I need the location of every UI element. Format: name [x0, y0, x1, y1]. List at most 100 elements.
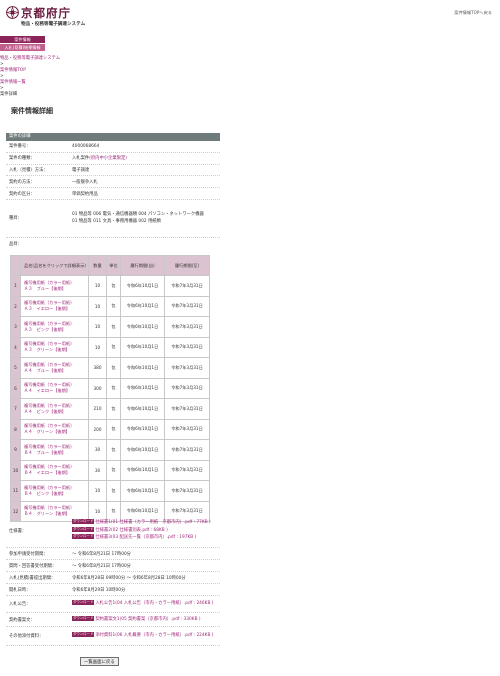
- header-unit: 単位: [106, 255, 121, 276]
- menu-item-bid-results[interactable]: 入札(見積)結果情報: [0, 44, 45, 52]
- breadcrumb: 物品・役務等電子調達システム > 案件情報TOP > 案件情報一覧 > 案件詳細: [0, 56, 60, 98]
- menu-item-case-info[interactable]: 案件情報: [0, 36, 45, 44]
- contract-doc-file-item[interactable]: ダウンロード 契約書案文1(05 契約書案（京都市内）.pdf : 330KB ): [72, 615, 220, 624]
- contract-method-label: 契約の方法：: [9, 179, 35, 185]
- row-number: 6: [10, 377, 21, 399]
- item-name-line[interactable]: Ａ３ ピンク【後期】: [24, 327, 88, 333]
- item-qty: 10: [88, 316, 107, 338]
- back-to-list-button[interactable]: 一覧画面に戻る: [80, 657, 119, 666]
- specs-row: 仕様書： ダウンロード 仕様書1(01 仕様書（カラー用紙 京都市内）.pdf :…: [6, 514, 220, 548]
- spec-file-item[interactable]: ダウンロード 仕様書1(01 仕様書（カラー用紙 京都市内）.pdf : 77KB…: [72, 519, 220, 527]
- other-file-link[interactable]: 添付資料1(06 入札概要（市内・カラー用紙）.pdf : 224KB ): [95, 633, 213, 638]
- notice-row: 入札公告： ダウンロード 入札公告1(04 入札公告（市内・カラー用紙）.pdf …: [6, 596, 220, 613]
- category-row: 種目： 01 物品等 006 電気・通信機器類 004 パソコン・ネットワーク機…: [6, 200, 220, 238]
- item-unit: 包: [106, 398, 121, 420]
- notice-file-item[interactable]: ダウンロード 入札公告1(04 入札公告（市内・カラー用紙）.pdf : 246K…: [72, 600, 220, 608]
- item-unit: 包: [106, 357, 121, 379]
- items-label: 品目：: [9, 241, 22, 247]
- table-row: 8 複写機用紙（カラー用紙） Ａ４ グリーン【後期】 200 包令和6年10月1日 令和7…: [10, 418, 210, 440]
- item-name-line[interactable]: Ａ３ ブルー【後期】: [24, 286, 88, 292]
- item-period-from: 令和6年10月1日: [120, 480, 165, 502]
- item-qty: 300: [88, 377, 107, 399]
- spec-file-link[interactable]: 仕様書3(03 配送先一覧（京都市内）.pdf : 197KB ): [95, 535, 196, 540]
- contract-doc-file-link[interactable]: 契約書案文1(05 契約書案（京都市内）.pdf : 330KB ): [95, 617, 200, 622]
- bid-method-value: 電子調達: [72, 167, 90, 173]
- item-period-from: 令和6年10月1日: [120, 275, 165, 297]
- item-period-from: 令和6年10月1日: [120, 316, 165, 338]
- opening-label: 開札日時：: [9, 587, 31, 593]
- table-row: 5 複写機用紙（カラー用紙） Ａ４ ブルー【後期】 380 包令和6年10月1日 令和7年…: [10, 357, 210, 379]
- bid-period-label: 入札(見積)書提出期間：: [9, 575, 56, 581]
- breadcrumb-item-current: 案件詳細: [0, 92, 18, 97]
- item-period-from: 令和6年10月1日: [120, 439, 165, 461]
- item-unit: 包: [106, 377, 121, 399]
- item-name-line[interactable]: Ｂ４ イエロー【後期】: [24, 470, 88, 476]
- spec-file-link[interactable]: 仕様書2(02 仕様書別表.pdf : 68KB ): [95, 528, 167, 533]
- item-qty: 10: [88, 295, 107, 317]
- section-header: 案件の詳細: [6, 133, 220, 141]
- item-qty: 200: [88, 418, 107, 440]
- item-name-line[interactable]: Ｂ４ ブルー【後期】: [24, 450, 88, 456]
- item-period-to: 令和7年3月31日: [164, 418, 210, 440]
- row-number: 1: [10, 275, 21, 297]
- contract-category-label: 契約の区分：: [9, 191, 35, 197]
- spec-file-item[interactable]: ダウンロード 仕様書2(02 仕様書別表.pdf : 68KB ): [72, 526, 220, 535]
- item-name-line[interactable]: Ａ３ イエロー【後期】: [24, 306, 88, 312]
- item-name-line[interactable]: Ａ４ ピンク【後期】: [24, 409, 88, 415]
- item-name-link[interactable]: 複写機用紙（カラー用紙） Ａ４ グリーン【後期】: [20, 418, 89, 440]
- item-name-line[interactable]: Ａ４ グリーン【後期】: [24, 429, 88, 435]
- row-number: 7: [10, 398, 21, 420]
- back-to-top-link[interactable]: 案件情報TOPへ戻る: [454, 10, 492, 16]
- item-period-from: 令和6年10月1日: [120, 295, 165, 317]
- item-name-link[interactable]: 複写機用紙（カラー用紙） Ａ４ イエロー【後期】: [20, 377, 89, 399]
- item-name-line[interactable]: Ａ４ イエロー【後期】: [24, 388, 88, 394]
- item-name-link[interactable]: 複写機用紙（カラー用紙） Ｂ４ ブルー【後期】: [20, 439, 89, 461]
- item-name-link[interactable]: 複写機用紙（カラー用紙） Ａ３ ピンク【後期】: [20, 316, 89, 338]
- download-icon: ダウンロード: [72, 534, 95, 540]
- bid-period-row: 入札(見積)書提出期間： 令和6年8月28日 09時00分 ～ 令和6年8月28…: [6, 572, 220, 584]
- table-row: 3 複写機用紙（カラー用紙） Ａ３ ピンク【後期】 10 包令和6年10月1日 令和7年3…: [10, 316, 210, 338]
- item-period-to: 令和7年3月31日: [164, 377, 210, 399]
- item-qty: 30: [88, 459, 107, 481]
- table-row: 4 複写機用紙（カラー用紙） Ａ３ グリーン【後期】 10 包令和6年10月1日 令和7年…: [10, 336, 210, 358]
- item-name-link[interactable]: 複写機用紙（カラー用紙） Ｂ４ イエロー【後期】: [20, 459, 89, 481]
- case-detail-section: 案件の詳細 案件番号： 4000068664 案件の種類： 入札案件(府内中小企…: [6, 133, 220, 250]
- row-number: 8: [10, 418, 21, 440]
- spec-file-item[interactable]: ダウンロード 仕様書3(03 配送先一覧（京都市内）.pdf : 197KB ): [72, 534, 220, 542]
- case-type-row: 案件の種類： 入札案件(府内中小企業限定): [6, 153, 220, 165]
- other-file-item[interactable]: ダウンロード 添付資料1(06 入札概要（市内・カラー用紙）.pdf : 224K…: [72, 632, 220, 640]
- item-name-link[interactable]: 複写機用紙（カラー用紙） Ｂ４ ピンク【後期】: [20, 480, 89, 502]
- item-name-link[interactable]: 複写機用紙（カラー用紙） Ａ３ イエロー【後期】: [20, 295, 89, 317]
- item-unit: 包: [106, 295, 121, 317]
- download-icon: ダウンロード: [72, 526, 95, 532]
- item-period-from: 令和6年10月1日: [120, 336, 165, 358]
- item-period-to: 令和7年3月31日: [164, 459, 210, 481]
- bid-method-row: 入札（見積）方法： 電子調達: [6, 165, 220, 177]
- contract-doc-row: 契約書案文： ダウンロード 契約書案文1(05 契約書案（京都市内）.pdf : …: [6, 613, 220, 627]
- item-name-line[interactable]: Ｂ４ ピンク【後期】: [24, 491, 88, 497]
- table-row: 1 複写機用紙（カラー用紙） Ａ３ ブルー【後期】 10 包令和6年10月1日 令和7年3…: [10, 275, 210, 297]
- header-name: 品名(品名をクリックで詳細表示): [20, 255, 89, 276]
- item-period-to: 令和7年3月31日: [164, 275, 210, 297]
- contract-category-row: 契約の区分： 単価契約用品: [6, 188, 220, 200]
- item-name-line[interactable]: Ａ４ ブルー【後期】: [24, 368, 88, 374]
- item-period-from: 令和6年10月1日: [120, 418, 165, 440]
- participation-value: ～ 令和6年8月21日 17時00分: [72, 551, 131, 557]
- breadcrumb-item-system[interactable]: 物品・役務等電子調達システム: [0, 56, 60, 62]
- item-name-link[interactable]: 複写機用紙（カラー用紙） Ａ３ グリーン【後期】: [20, 336, 89, 358]
- case-number-label: 案件番号：: [9, 144, 31, 150]
- items-table: 品名(品名をクリックで詳細表示) 数量 単位 履行期間(自) 履行期間(至) 1…: [10, 255, 210, 522]
- header-period-to: 履行期間(至): [164, 255, 210, 276]
- row-number: 11: [10, 480, 21, 502]
- logo-title: 京都府庁: [21, 6, 71, 20]
- item-name-link[interactable]: 複写機用紙（カラー用紙） Ａ４ ピンク【後期】: [20, 398, 89, 420]
- item-unit: 包: [106, 459, 121, 481]
- item-name-link[interactable]: 複写機用紙（カラー用紙） Ａ４ ブルー【後期】: [20, 357, 89, 379]
- item-name-link[interactable]: 複写機用紙（カラー用紙） Ａ３ ブルー【後期】: [20, 275, 89, 297]
- case-number-row: 案件番号： 4000068664: [6, 141, 220, 153]
- spec-file-link[interactable]: 仕様書1(01 仕様書（カラー用紙 京都市内）.pdf : 77KB ): [95, 520, 210, 525]
- item-name-line[interactable]: Ａ３ グリーン【後期】: [24, 347, 88, 353]
- site-logo[interactable]: 京都府庁 物品・役務等電子調達システム: [6, 5, 96, 29]
- specs-files: ダウンロード 仕様書1(01 仕様書（カラー用紙 京都市内）.pdf : 77KB…: [72, 519, 220, 542]
- notice-file-link[interactable]: 入札公告1(04 入札公告（市内・カラー用紙）.pdf : 246KB ): [95, 601, 213, 606]
